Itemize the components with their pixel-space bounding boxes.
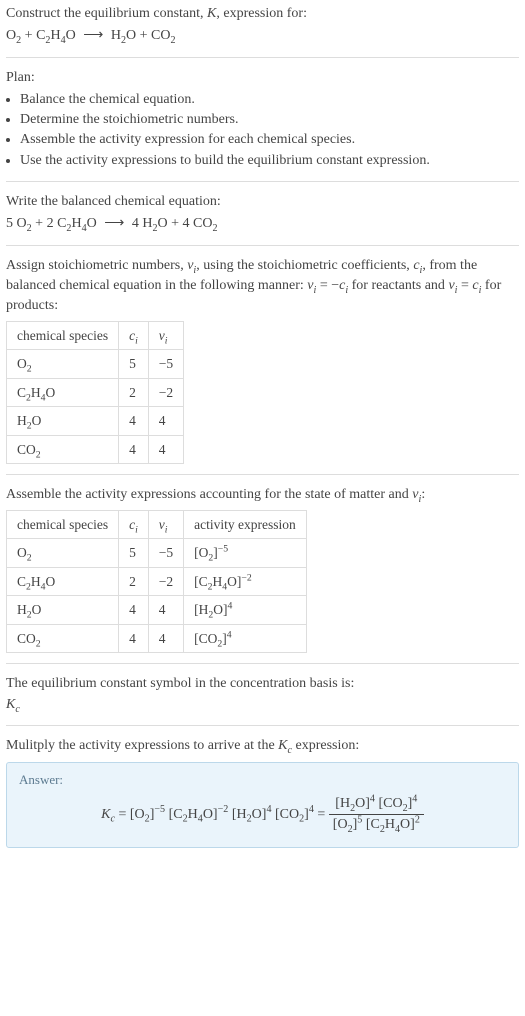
col-activity: activity expression xyxy=(184,510,307,539)
table-row: O2 5 −5 xyxy=(7,350,184,379)
cell-species: O2 xyxy=(7,350,119,379)
table-row: C2H4O 2 −2 xyxy=(7,378,184,407)
plan-item: Balance the chemical equation. xyxy=(20,90,519,110)
table-header-row: chemical species ci νi activity expressi… xyxy=(7,510,307,539)
cell-ci: 2 xyxy=(119,378,149,407)
table-row: CO2 4 4 [CO2]4 xyxy=(7,624,307,653)
intro-text: Construct the equilibrium constant, K, e… xyxy=(6,4,519,24)
assemble-text: Assemble the activity expressions accoun… xyxy=(6,485,519,505)
cell-ci: 4 xyxy=(119,624,149,653)
table-row: C2H4O 2 −2 [C2H4O]−2 xyxy=(7,567,307,596)
multiply-text: Mulitply the activity expressions to arr… xyxy=(6,736,519,756)
cell-ci: 2 xyxy=(119,567,149,596)
cell-ci: 5 xyxy=(119,539,149,568)
col-ci: ci xyxy=(119,321,149,350)
cell-nui: 4 xyxy=(148,624,183,653)
cell-species: CO2 xyxy=(7,624,119,653)
lhs2: C2H4O xyxy=(36,28,76,43)
assemble-section: Assemble the activity expressions accoun… xyxy=(6,474,519,653)
cell-ci: 5 xyxy=(119,350,149,379)
cell-nui: −2 xyxy=(148,567,183,596)
plus2: + xyxy=(136,28,151,43)
table-row: O2 5 −5 [O2]−5 xyxy=(7,539,307,568)
cell-activity: [H2O]4 xyxy=(184,596,307,625)
plan-section: Plan: Balance the chemical equation. Det… xyxy=(6,57,519,171)
col-nui: νi xyxy=(148,321,183,350)
col-ci: ci xyxy=(119,510,149,539)
balanced-label: Write the balanced chemical equation: xyxy=(6,192,519,212)
cell-ci: 4 xyxy=(119,596,149,625)
activity-table: chemical species ci νi activity expressi… xyxy=(6,510,307,654)
table-row: H2O 4 4 [H2O]4 xyxy=(7,596,307,625)
stoich-table: chemical species ci νi O2 5 −5 C2H4O 2 −… xyxy=(6,321,184,465)
plan-label: Plan: xyxy=(6,68,519,88)
cell-activity: [C2H4O]−2 xyxy=(184,567,307,596)
cell-nui: −2 xyxy=(148,378,183,407)
plan-item: Use the activity expressions to build th… xyxy=(20,151,519,171)
cell-nui: −5 xyxy=(148,539,183,568)
arrow-icon: ⟶ xyxy=(100,216,128,231)
cell-species: C2H4O xyxy=(7,567,119,596)
cell-nui: −5 xyxy=(148,350,183,379)
col-nui: νi xyxy=(148,510,183,539)
col-species: chemical species xyxy=(7,321,119,350)
fraction-numerator: [H2O]4 [CO2]4 xyxy=(329,796,424,814)
rhs2: CO2 xyxy=(151,28,176,43)
symbol-kc: Kc xyxy=(6,695,519,715)
cell-species: CO2 xyxy=(7,435,119,464)
cell-activity: [CO2]4 xyxy=(184,624,307,653)
answer-box: Answer: Kc = [O2]−5 [C2H4O]−2 [H2O]4 [CO… xyxy=(6,762,519,848)
arrow-icon: ⟶ xyxy=(79,28,107,43)
cell-nui: 4 xyxy=(148,435,183,464)
intro-section: Construct the equilibrium constant, K, e… xyxy=(6,4,519,47)
plan-list: Balance the chemical equation. Determine… xyxy=(6,90,519,171)
table-header-row: chemical species ci νi xyxy=(7,321,184,350)
cell-species: H2O xyxy=(7,596,119,625)
cell-ci: 4 xyxy=(119,407,149,436)
intro-text-a: Construct the equilibrium constant, xyxy=(6,6,207,21)
intro-text-b: , expression for: xyxy=(216,6,307,21)
plan-item: Determine the stoichiometric numbers. xyxy=(20,110,519,130)
col-species: chemical species xyxy=(7,510,119,539)
table-row: H2O 4 4 xyxy=(7,407,184,436)
cell-nui: 4 xyxy=(148,596,183,625)
symbol-section: The equilibrium constant symbol in the c… xyxy=(6,663,519,715)
cell-species: H2O xyxy=(7,407,119,436)
plus: + xyxy=(21,28,36,43)
answer-expression: Kc = [O2]−5 [C2H4O]−2 [H2O]4 [CO2]4 = [H… xyxy=(19,796,506,833)
table-row: CO2 4 4 xyxy=(7,435,184,464)
fraction-denominator: [O2]5 [C2H4O]2 xyxy=(329,814,424,833)
cell-species: C2H4O xyxy=(7,378,119,407)
intro-reaction: O2 + C2H4O ⟶ H2O + CO2 xyxy=(6,26,519,46)
rhs1: H2O xyxy=(111,28,136,43)
balanced-section: Write the balanced chemical equation: 5 … xyxy=(6,181,519,235)
assign-text: Assign stoichiometric numbers, νi, using… xyxy=(6,256,519,317)
symbol-text: The equilibrium constant symbol in the c… xyxy=(6,674,519,694)
cell-nui: 4 xyxy=(148,407,183,436)
cell-ci: 4 xyxy=(119,435,149,464)
plan-item: Assemble the activity expression for eac… xyxy=(20,130,519,150)
answer-fraction: [H2O]4 [CO2]4[O2]5 [C2H4O]2 xyxy=(329,796,424,833)
multiply-section: Mulitply the activity expressions to arr… xyxy=(6,725,519,848)
lhs1: O2 xyxy=(6,28,21,43)
assign-section: Assign stoichiometric numbers, νi, using… xyxy=(6,245,519,465)
balanced-equation: 5 O2 + 2 C2H4O ⟶ 4 H2O + 4 CO2 xyxy=(6,214,519,234)
cell-species: O2 xyxy=(7,539,119,568)
cell-activity: [O2]−5 xyxy=(184,539,307,568)
intro-K: K xyxy=(207,6,216,21)
answer-label: Answer: xyxy=(19,771,506,790)
